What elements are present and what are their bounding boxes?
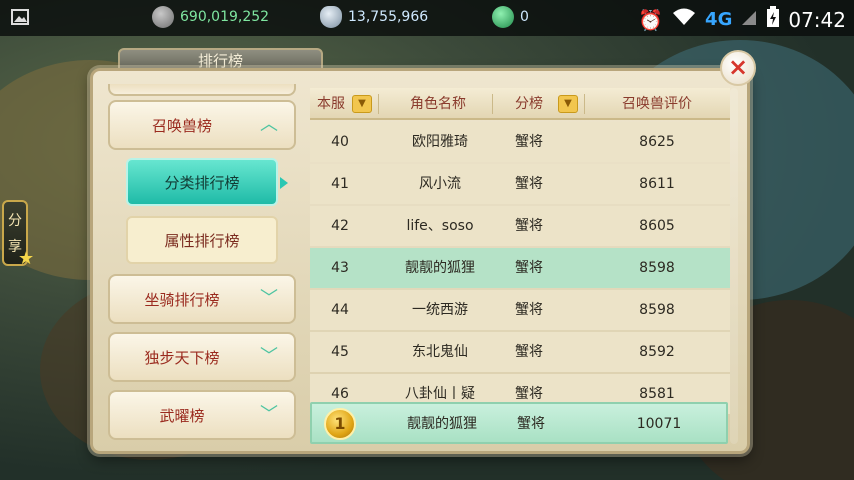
rank-cell: 45 — [331, 344, 349, 360]
battery-icon — [766, 6, 780, 33]
score-cell: 8592 — [639, 344, 675, 360]
chevron-down-icon: ﹀ — [260, 288, 278, 309]
rank-cell: 40 — [331, 134, 349, 150]
table-row[interactable]: 45 东北鬼仙 蟹将 8592 — [310, 332, 730, 372]
score-cell: 8598 — [639, 302, 675, 318]
header-name: 角色名称 — [410, 96, 466, 112]
table-scrollbar[interactable] — [730, 88, 738, 444]
table-header: 本服 ▼ 角色名称 分榜 ▼ 召唤兽评价 — [310, 88, 730, 120]
active-pointer-icon — [280, 177, 288, 189]
menu-item-label: 武曜榜 — [159, 406, 205, 425]
menu-item-wuyao-ranking[interactable]: 武曜榜 ﹀ — [108, 390, 296, 440]
ranking-table: 本服 ▼ 角色名称 分榜 ▼ 召唤兽评价 40 欧阳雅琦 蟹将 8625 41 风小流 蟹将… — [310, 88, 730, 444]
my-name: 靓靓的狐狸 — [407, 416, 477, 432]
signal-icon — [740, 8, 758, 32]
table-row[interactable]: 42 life、soso 蟹将 8605 — [310, 206, 730, 246]
silver-value: 13,755,966 — [348, 9, 429, 25]
name-cell: 一统西游 — [412, 302, 468, 318]
silver-ingot-icon — [320, 6, 342, 28]
category-cell: 蟹将 — [515, 176, 543, 192]
menu-item-peerless-ranking[interactable]: 独步天下榜 ﹀ — [108, 332, 296, 382]
menu-item-label: 坐骑排行榜 — [144, 290, 220, 309]
star-icon: ★ — [18, 248, 35, 269]
close-icon: × — [727, 53, 749, 81]
menu-item-label: 独步天下榜 — [144, 348, 220, 367]
score-cell: 8605 — [639, 218, 675, 234]
jade-icon — [492, 6, 514, 28]
clock: 07:42 — [788, 7, 846, 32]
rank-cell: 43 — [331, 260, 349, 276]
rank-cell: 41 — [331, 176, 349, 192]
submenu-item-label: 分类排行榜 — [164, 173, 240, 192]
rank-medal-icon: 1 — [324, 408, 356, 440]
silver-currency: 13,755,966 — [320, 6, 428, 28]
submenu-item-label: 属性排行榜 — [164, 231, 240, 250]
category-cell: 蟹将 — [515, 260, 543, 276]
my-score: 10071 — [636, 416, 682, 432]
header-server: 本服 — [317, 96, 345, 112]
submenu-item-attribute-ranking[interactable]: 属性排行榜 — [126, 216, 278, 264]
rank-cell: 42 — [331, 218, 349, 234]
header-pet-score: 召唤兽评价 — [622, 96, 692, 112]
category-filter-dropdown[interactable]: ▼ — [558, 95, 578, 113]
rank-cell: 44 — [331, 302, 349, 318]
name-cell: 风小流 — [419, 176, 461, 192]
chevron-down-icon: ﹀ — [260, 346, 278, 367]
gold-value: 690,019,252 — [180, 9, 270, 25]
name-cell: 东北鬼仙 — [412, 344, 468, 360]
my-rank-row: 1 靓靓的狐狸 蟹将 10071 — [310, 402, 728, 444]
menu-scroll-edge — [108, 84, 296, 96]
category-cell: 蟹将 — [515, 302, 543, 318]
header-category: 分榜 — [515, 96, 543, 112]
score-cell: 8611 — [639, 176, 675, 192]
image-icon — [10, 7, 30, 27]
name-cell: 靓靓的狐狸 — [405, 260, 475, 276]
score-cell: 8625 — [639, 134, 675, 150]
network-type: 4G — [705, 9, 733, 30]
submenu-item-category-ranking[interactable]: 分类排行榜 — [126, 158, 288, 206]
table-row[interactable]: 41 风小流 蟹将 8611 — [310, 164, 730, 204]
coin-icon — [152, 6, 174, 28]
menu-item-label: 召唤兽榜 — [151, 116, 212, 135]
alarm-icon: ⏰ — [638, 7, 664, 32]
gold-currency: 690,019,252 — [152, 6, 269, 28]
table-row[interactable]: 40 欧阳雅琦 蟹将 8625 — [310, 122, 730, 162]
system-indicators: ⏰ 4G 07:42 — [638, 6, 846, 33]
close-button[interactable]: × — [720, 50, 756, 86]
name-cell: 欧阳雅琦 — [412, 134, 468, 150]
jade-value: 0 — [520, 9, 529, 25]
wifi-icon — [671, 7, 697, 32]
my-category: 蟹将 — [517, 416, 545, 432]
menu-item-mount-ranking[interactable]: 坐骑排行榜 ﹀ — [108, 274, 296, 324]
chevron-down-icon: ﹀ — [260, 404, 278, 425]
score-cell: 8598 — [639, 260, 675, 276]
chevron-up-icon: ︿ — [260, 114, 278, 135]
name-cell: life、soso — [406, 218, 474, 234]
leaderboard-menu: 召唤兽榜 ︿ 分类排行榜 属性排行榜 坐骑排行榜 ﹀ 独步天下榜 ﹀ 武曜榜 ﹀ — [100, 84, 300, 444]
jade-currency: 0 — [492, 6, 529, 28]
server-filter-dropdown[interactable]: ▼ — [352, 95, 372, 113]
table-row[interactable]: 44 一统西游 蟹将 8598 — [310, 290, 730, 330]
category-cell: 蟹将 — [515, 218, 543, 234]
category-cell: 蟹将 — [515, 134, 543, 150]
table-row[interactable]: 43 靓靓的狐狸 蟹将 8598 — [310, 248, 730, 288]
status-bar: 690,019,252 13,755,966 0 ⏰ 4G 07:42 — [0, 0, 854, 36]
category-cell: 蟹将 — [515, 344, 543, 360]
menu-item-pet-ranking[interactable]: 召唤兽榜 ︿ — [108, 100, 296, 150]
header-divider — [492, 94, 493, 114]
